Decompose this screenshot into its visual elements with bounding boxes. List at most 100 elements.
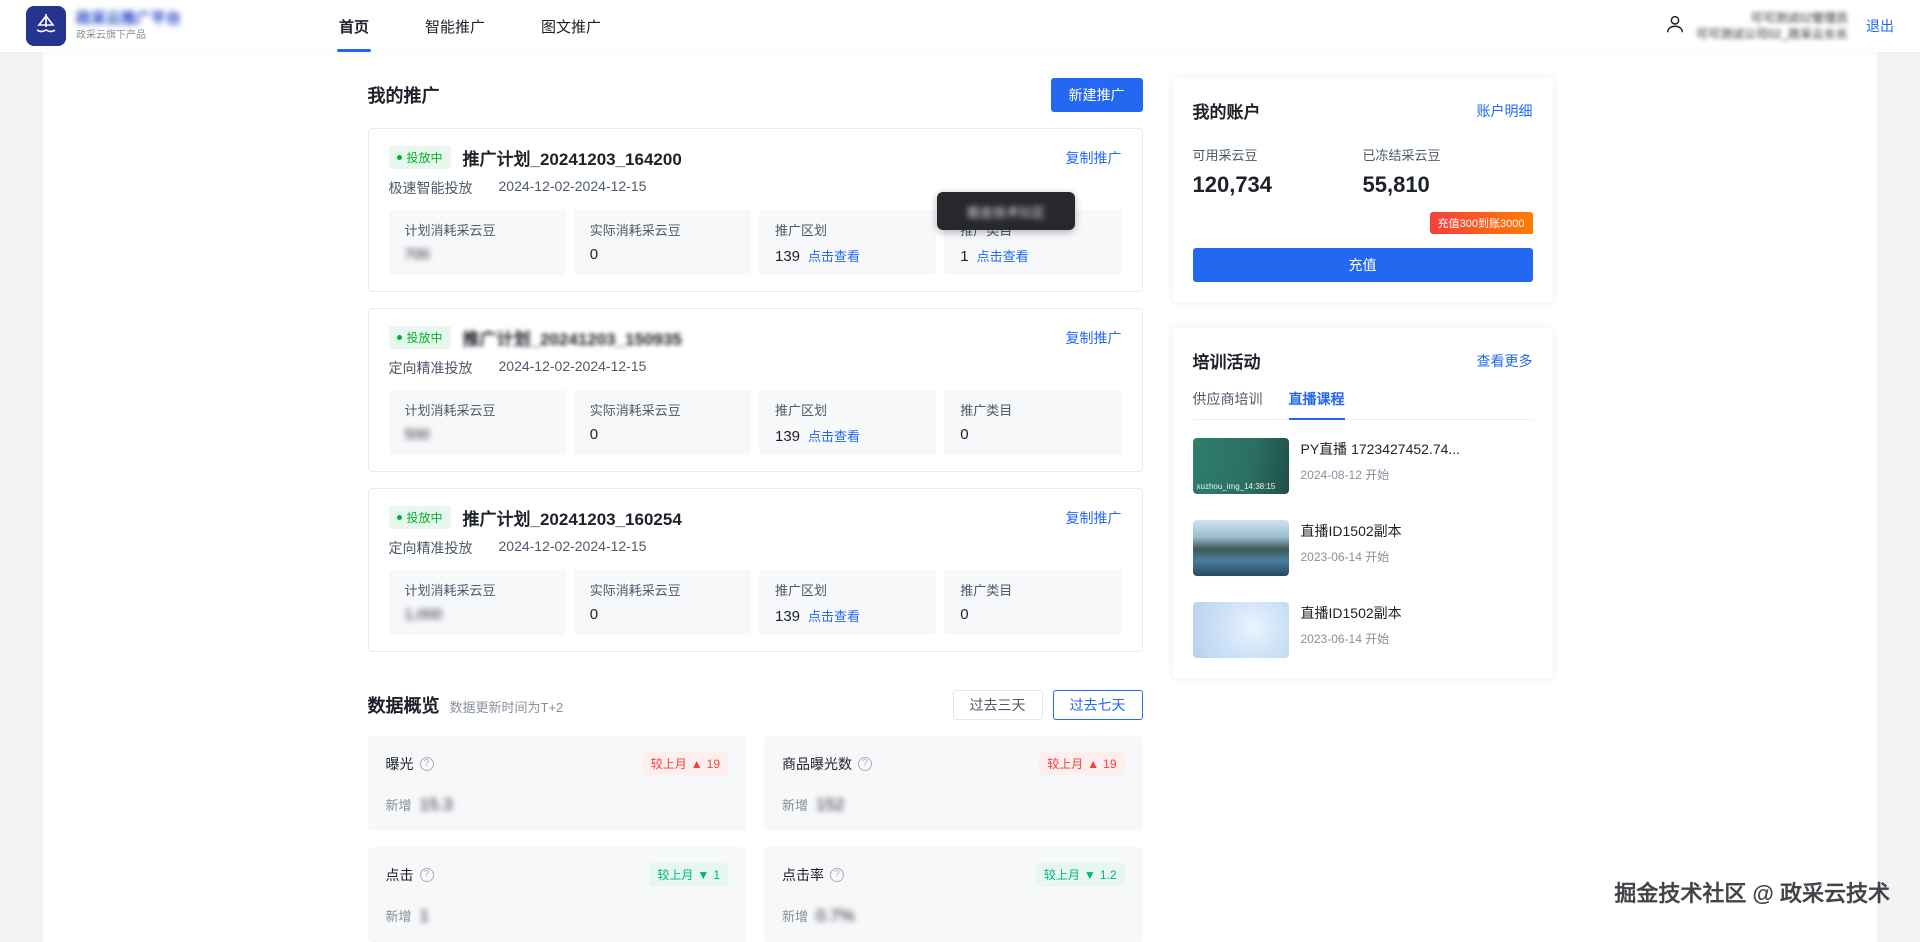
page-watermark: 掘金技术社区 @ 政采云技术 [1614, 881, 1890, 906]
range-selector: 过去三天 过去七天 [952, 690, 1143, 720]
promotion-mode: 定向精准投放 [388, 540, 473, 556]
stat-actual-consume: 实际消耗采云豆 0 [573, 570, 751, 635]
stat-plan-consume: 计划消耗采云豆 1,000 [388, 570, 566, 635]
training-item-date: 2023-06-14 开始 [1300, 550, 1390, 564]
promotion-title: 推广计划_20241203_150935 [462, 330, 682, 349]
promotion-card: 投放中 推广计划_20241203_150935 复制推广 定向精准投放 202… [367, 308, 1143, 472]
sailboat-logo-icon [33, 11, 59, 42]
brand-block: 政采云推广平台 政采云旗下产品 [76, 10, 181, 42]
tab-supplier-training[interactable]: 供应商培训 [1193, 389, 1263, 419]
copy-promotion-link[interactable]: 复制推广 [1066, 508, 1122, 528]
training-item-date: 2024-08-12 开始 [1300, 468, 1390, 482]
range-last-3-days-button[interactable]: 过去三天 [952, 690, 1043, 720]
recharge-promo-ribbon: 充值300到账3000 [1429, 212, 1533, 234]
training-list-item[interactable]: xuzhou_img_14:38:15 PY直播 1723427452.74..… [1192, 438, 1533, 494]
training-thumbnail [1192, 520, 1289, 576]
main-nav: 首页 智能推广 图文推广 [311, 0, 629, 52]
view-region-link[interactable]: 点击查看 [808, 426, 860, 445]
promotion-card: 投放中 推广计划_20241203_160254 复制推广 定向精准投放 202… [367, 488, 1143, 652]
my-promotions-section: 我的推广 新建推广 投放中 推广计划_20241203_164200 复制推广 … [367, 78, 1143, 652]
stat-region: 推广区划 139 点击查看 [759, 390, 937, 455]
view-region-link[interactable]: 点击查看 [808, 246, 860, 265]
account-detail-link[interactable]: 账户明细 [1477, 101, 1533, 121]
copy-promotion-link[interactable]: 复制推广 [1066, 328, 1122, 348]
frozen-balance: 已冻结采云豆 55,810 [1362, 148, 1441, 197]
overview-card-exposure: 曝光 ? 较上月 ▲ 19 新增 15.3 [367, 736, 746, 831]
user-icon [1664, 13, 1686, 40]
data-overview-section: 数据概览 数据更新时间为T+2 过去三天 过去七天 曝光 ? 较上月 ▲ 19 … [367, 690, 1143, 942]
nav-item-smart-promo[interactable]: 智能推广 [397, 0, 513, 52]
user-info: 可可测试02管理员 可可测试公司02_政采云长长 [1696, 10, 1848, 42]
top-navbar: 政采云推广平台 政采云旗下产品 首页 智能推广 图文推广 可可测试02管理员 可… [0, 0, 1920, 52]
range-last-7-days-button[interactable]: 过去七天 [1052, 690, 1143, 720]
training-item-date: 2023-06-14 开始 [1300, 632, 1390, 646]
user-role-line: 可可测试02管理员 [1750, 11, 1848, 25]
stat-actual-consume: 实际消耗采云豆 0 [573, 390, 751, 455]
training-thumbnail [1192, 602, 1289, 658]
overview-update-note: 数据更新时间为T+2 [449, 700, 564, 715]
help-icon[interactable]: ? [830, 867, 844, 882]
logout-link[interactable]: 退出 [1866, 16, 1894, 36]
training-list-item[interactable]: 直播ID1502副本 2023-06-14 开始 [1192, 520, 1533, 576]
promotion-dates: 2024-12-02-2024-12-15 [498, 178, 647, 194]
status-dot-icon [396, 515, 402, 520]
help-icon[interactable]: ? [419, 867, 434, 882]
promotion-title: 推广计划_20241203_160254 [462, 510, 682, 529]
user-company-line: 可可测试公司02_政采云长长 [1695, 27, 1848, 41]
app-logo[interactable] [26, 6, 66, 46]
view-category-link[interactable]: 点击查看 [977, 246, 1029, 265]
training-list-item[interactable]: 直播ID1502副本 2023-06-14 开始 [1192, 602, 1533, 658]
delta-badge: 较上月 ▲ 19 [642, 752, 728, 775]
tab-live-courses[interactable]: 直播课程 [1288, 389, 1345, 420]
status-badge: 投放中 [388, 506, 451, 529]
recharge-button[interactable]: 充值 [1192, 248, 1533, 282]
training-item-title: PY直播 1723427452.74... [1300, 441, 1461, 457]
training-title: 培训活动 [1192, 353, 1261, 372]
side-column: 我的账户 账户明细 可用采云豆 120,734 已冻结采云豆 55,810 充值… [1172, 78, 1553, 942]
account-card: 我的账户 账户明细 可用采云豆 120,734 已冻结采云豆 55,810 充值… [1172, 78, 1553, 302]
training-card: 培训活动 查看更多 供应商培训 直播课程 xuzhou_img_14:38:15… [1172, 328, 1553, 678]
training-more-link[interactable]: 查看更多 [1477, 351, 1533, 371]
status-badge: 投放中 [388, 326, 451, 349]
stat-category: 推广类目 0 [944, 570, 1122, 635]
arrow-up-icon: ▲ [690, 756, 703, 771]
dark-watermark-tooltip: 掘金技术社区 [937, 192, 1075, 230]
promotion-mode: 极速智能投放 [388, 180, 473, 196]
status-dot-icon [396, 155, 402, 160]
delta-badge: 较上月 ▼ 1 [649, 863, 728, 886]
delta-badge: 较上月 ▲ 19 [1039, 752, 1125, 775]
status-badge: 投放中 [388, 146, 451, 169]
help-icon[interactable]: ? [419, 756, 434, 771]
navbar-right: 可可测试02管理员 可可测试公司02_政采云长长 退出 [1664, 10, 1894, 42]
thumbnail-caption: xuzhou_img_14:38:15 [1196, 482, 1276, 491]
page-content: 我的推广 新建推广 投放中 推广计划_20241203_164200 复制推广 … [43, 52, 1877, 942]
view-region-link[interactable]: 点击查看 [808, 606, 860, 625]
stat-region: 推广区划 139 点击查看 [759, 210, 937, 275]
help-icon[interactable]: ? [858, 756, 872, 771]
brand-subtitle: 政采云旗下产品 [76, 30, 146, 41]
stat-plan-consume: 计划消耗采云豆 700 [388, 210, 566, 275]
promotion-dates: 2024-12-02-2024-12-15 [498, 538, 647, 554]
copy-promotion-link[interactable]: 复制推广 [1066, 148, 1122, 168]
promotion-dates: 2024-12-02-2024-12-15 [498, 358, 647, 374]
stat-region: 推广区划 139 点击查看 [759, 570, 937, 635]
delta-badge: 较上月 ▼ 1.2 [1035, 863, 1125, 886]
nav-item-home[interactable]: 首页 [311, 0, 397, 52]
account-title: 我的账户 [1192, 103, 1261, 122]
promotions-title: 我的推广 [367, 86, 440, 106]
arrow-down-icon: ▼ [697, 867, 710, 882]
training-list: xuzhou_img_14:38:15 PY直播 1723427452.74..… [1192, 438, 1533, 658]
brand-title: 政采云推广平台 [76, 10, 182, 27]
arrow-up-icon: ▲ [1087, 756, 1100, 771]
available-balance: 可用采云豆 120,734 [1192, 148, 1273, 197]
overview-card-product-exposure: 商品曝光数 ? 较上月 ▲ 19 新增 152 [764, 736, 1143, 831]
training-item-title: 直播ID1502副本 [1300, 605, 1402, 621]
stat-actual-consume: 实际消耗采云豆 0 [573, 210, 751, 275]
arrow-down-icon: ▼ [1083, 867, 1096, 882]
new-promotion-button[interactable]: 新建推广 [1050, 78, 1143, 112]
promotion-title: 推广计划_20241203_164200 [462, 150, 682, 169]
training-thumbnail: xuzhou_img_14:38:15 [1192, 438, 1289, 494]
promotion-mode: 定向精准投放 [388, 360, 473, 376]
nav-item-image-text-promo[interactable]: 图文推广 [513, 0, 629, 52]
overview-title: 数据概览 [367, 696, 440, 716]
